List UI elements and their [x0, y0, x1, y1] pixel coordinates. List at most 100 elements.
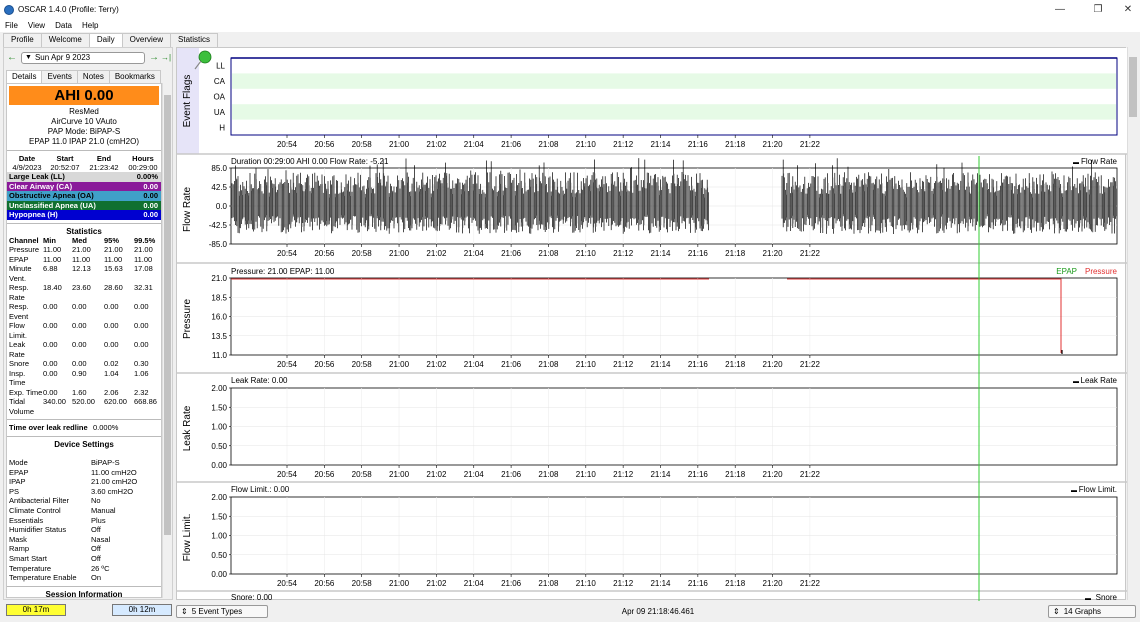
stat-channel: Flow Limit.	[9, 321, 27, 340]
time-tick-label: 20:54	[277, 360, 298, 369]
setting-name: Ramp	[9, 544, 30, 554]
leak-rate-legend: Leak Rate	[1081, 376, 1118, 385]
stat-channel: Exp. Time	[9, 387, 43, 397]
event-types-dropdown[interactable]: ⇕ 5 Event Types	[176, 604, 268, 618]
flag-band	[232, 73, 1116, 89]
details-scrollbar[interactable]	[162, 83, 171, 598]
session-on-button[interactable]: 0h 17m	[6, 604, 66, 616]
y-tick-label: 85.0	[211, 164, 227, 173]
time-tick-label: 20:58	[352, 579, 373, 588]
session-end: 21:23:42	[89, 163, 119, 172]
y-tick-label: 11.0	[212, 351, 228, 360]
stat-channel: EPAP	[9, 254, 29, 264]
setting-value: On	[91, 573, 102, 583]
date-picker[interactable]: ▼ Sun Apr 9 2023	[21, 51, 145, 64]
tab-details[interactable]: Details	[6, 70, 43, 83]
y-tick-label: 16.0	[211, 313, 227, 322]
statistics-title: Statistics	[66, 226, 102, 236]
time-tick-label: 21:12	[613, 579, 634, 588]
device-settings-title: Device Settings	[54, 440, 114, 449]
time-tick-label: 20:56	[314, 249, 335, 258]
window-title: OSCAR 1.4.0 (Profile: Terry)	[18, 5, 119, 14]
session-start: 20:52:07	[50, 163, 80, 172]
time-tick-label: 21:10	[576, 360, 597, 369]
graph-y-label: Event Flags	[182, 75, 193, 128]
stat-value: 1.60	[72, 387, 87, 397]
time-tick-label: 21:02	[426, 579, 447, 588]
time-tick-label: 21:00	[389, 249, 410, 258]
time-tick-label: 21:04	[464, 360, 485, 369]
time-tick-label: 21:16	[688, 249, 709, 258]
time-tick-label: 20:56	[314, 140, 335, 149]
stat-value: 12.13	[72, 264, 91, 273]
close-button[interactable]: ✕	[1108, 0, 1140, 19]
event-value: 0.00	[143, 200, 158, 210]
chevron-down-icon: ▼	[25, 54, 32, 61]
time-tick-label: 21:06	[501, 249, 522, 258]
time-tick-label: 21:10	[576, 579, 597, 588]
y-tick-label: 2.00	[211, 493, 227, 502]
app-icon	[4, 4, 14, 15]
stat-channel: Leak Rate	[9, 340, 26, 359]
stat-value: 21.00	[104, 245, 123, 254]
setting-value: BiPAP-S	[91, 458, 120, 467]
title-bar: OSCAR 1.4.0 (Profile: Terry)	[0, 0, 1140, 19]
next-day-button[interactable]: →	[148, 52, 160, 63]
tab-welcome[interactable]: Welcome	[40, 33, 90, 47]
session-times: Date Start End Hours 4/9/2023 20:52:07 2…	[7, 154, 161, 172]
y-tick-label: 0.00	[211, 570, 227, 579]
flow-rate-legend: Flow Rate	[1081, 157, 1118, 166]
chevron-updown-icon: ⇕	[181, 606, 188, 616]
stat-channel: Resp. Event	[9, 302, 29, 321]
time-tick-label: 21:20	[763, 470, 784, 479]
tab-bookmarks[interactable]: Bookmarks	[108, 70, 161, 83]
event-summary-row: Hypopnea (H) 0.00	[7, 210, 161, 220]
stat-value: 0.00	[104, 302, 119, 311]
y-tick-label: 0.50	[211, 551, 227, 560]
tab-overview[interactable]: Overview	[121, 33, 172, 47]
graphs-dropdown[interactable]: ⇕ 14 Graphs	[1048, 604, 1136, 618]
menu-view[interactable]: View	[23, 21, 50, 30]
tab-daily[interactable]: Daily	[88, 33, 123, 47]
stat-value: 0.00	[72, 302, 87, 311]
stat-value: 0.30	[134, 359, 149, 368]
tab-notes[interactable]: Notes	[76, 70, 110, 83]
time-tick-label: 21:20	[763, 360, 784, 369]
menu-help[interactable]: Help	[77, 21, 103, 30]
event-summary-list: Large Leak (LL) 0.00% Clear Airway (CA) 0.0…	[7, 172, 161, 220]
time-tick-label: 21:22	[800, 140, 821, 149]
session-off-button[interactable]: 0h 12m	[112, 604, 172, 616]
event-types-label: 5 Event Types	[191, 606, 243, 616]
tab-profile[interactable]: Profile	[3, 33, 42, 47]
time-tick-label: 21:04	[464, 140, 485, 149]
graphs-area: Event Flags LL CA OA UA H 20:54 20:56 20:58 21:00…	[176, 47, 1127, 602]
event-flags-plot	[230, 57, 1118, 136]
time-tick-label: 21:16	[688, 360, 709, 369]
menu-file[interactable]: File	[0, 21, 23, 30]
time-tick-label: 21:06	[501, 140, 522, 149]
tab-events[interactable]: Events	[41, 70, 78, 83]
flow-limit-legend: Flow Limit.	[1079, 485, 1117, 494]
graphs-canvas[interactable]: Event Flags LL CA OA UA H 20:54 20:56 20:58 21:00…	[177, 48, 1127, 602]
event-summary-row: Clear Airway (CA) 0.00	[7, 181, 161, 191]
graphs-scrollbar[interactable]	[1127, 47, 1137, 600]
stat-value: 0.00	[43, 368, 58, 378]
event-summary-row: Large Leak (LL) 0.00%	[7, 172, 161, 182]
last-day-button[interactable]: →|	[160, 53, 172, 62]
menu-data[interactable]: Data	[50, 21, 77, 30]
time-tick-label: 21:12	[613, 140, 634, 149]
flow-limit-title: Flow Limit.: 0.00	[231, 485, 290, 494]
y-tick-label: 1.00	[211, 423, 227, 432]
prev-day-button[interactable]: ←	[6, 52, 18, 63]
setting-value: Off	[91, 544, 101, 554]
tab-statistics[interactable]: Statistics	[170, 33, 219, 47]
time-tick-label: 21:08	[538, 140, 559, 149]
time-tick-label: 21:20	[763, 579, 784, 588]
event-summary-row: Unclassified Apnea (UA) 0.00	[7, 200, 161, 210]
minimize-button[interactable]: —	[1040, 0, 1080, 19]
time-tick-label: 21:02	[426, 360, 447, 369]
pressure-title: Pressure: 21.00 EPAP: 11.00	[231, 267, 335, 276]
setting-name: Temperature	[9, 563, 52, 573]
graph-y-label: Leak Rate	[182, 405, 193, 451]
legend-swatch: ▬	[1073, 379, 1079, 385]
